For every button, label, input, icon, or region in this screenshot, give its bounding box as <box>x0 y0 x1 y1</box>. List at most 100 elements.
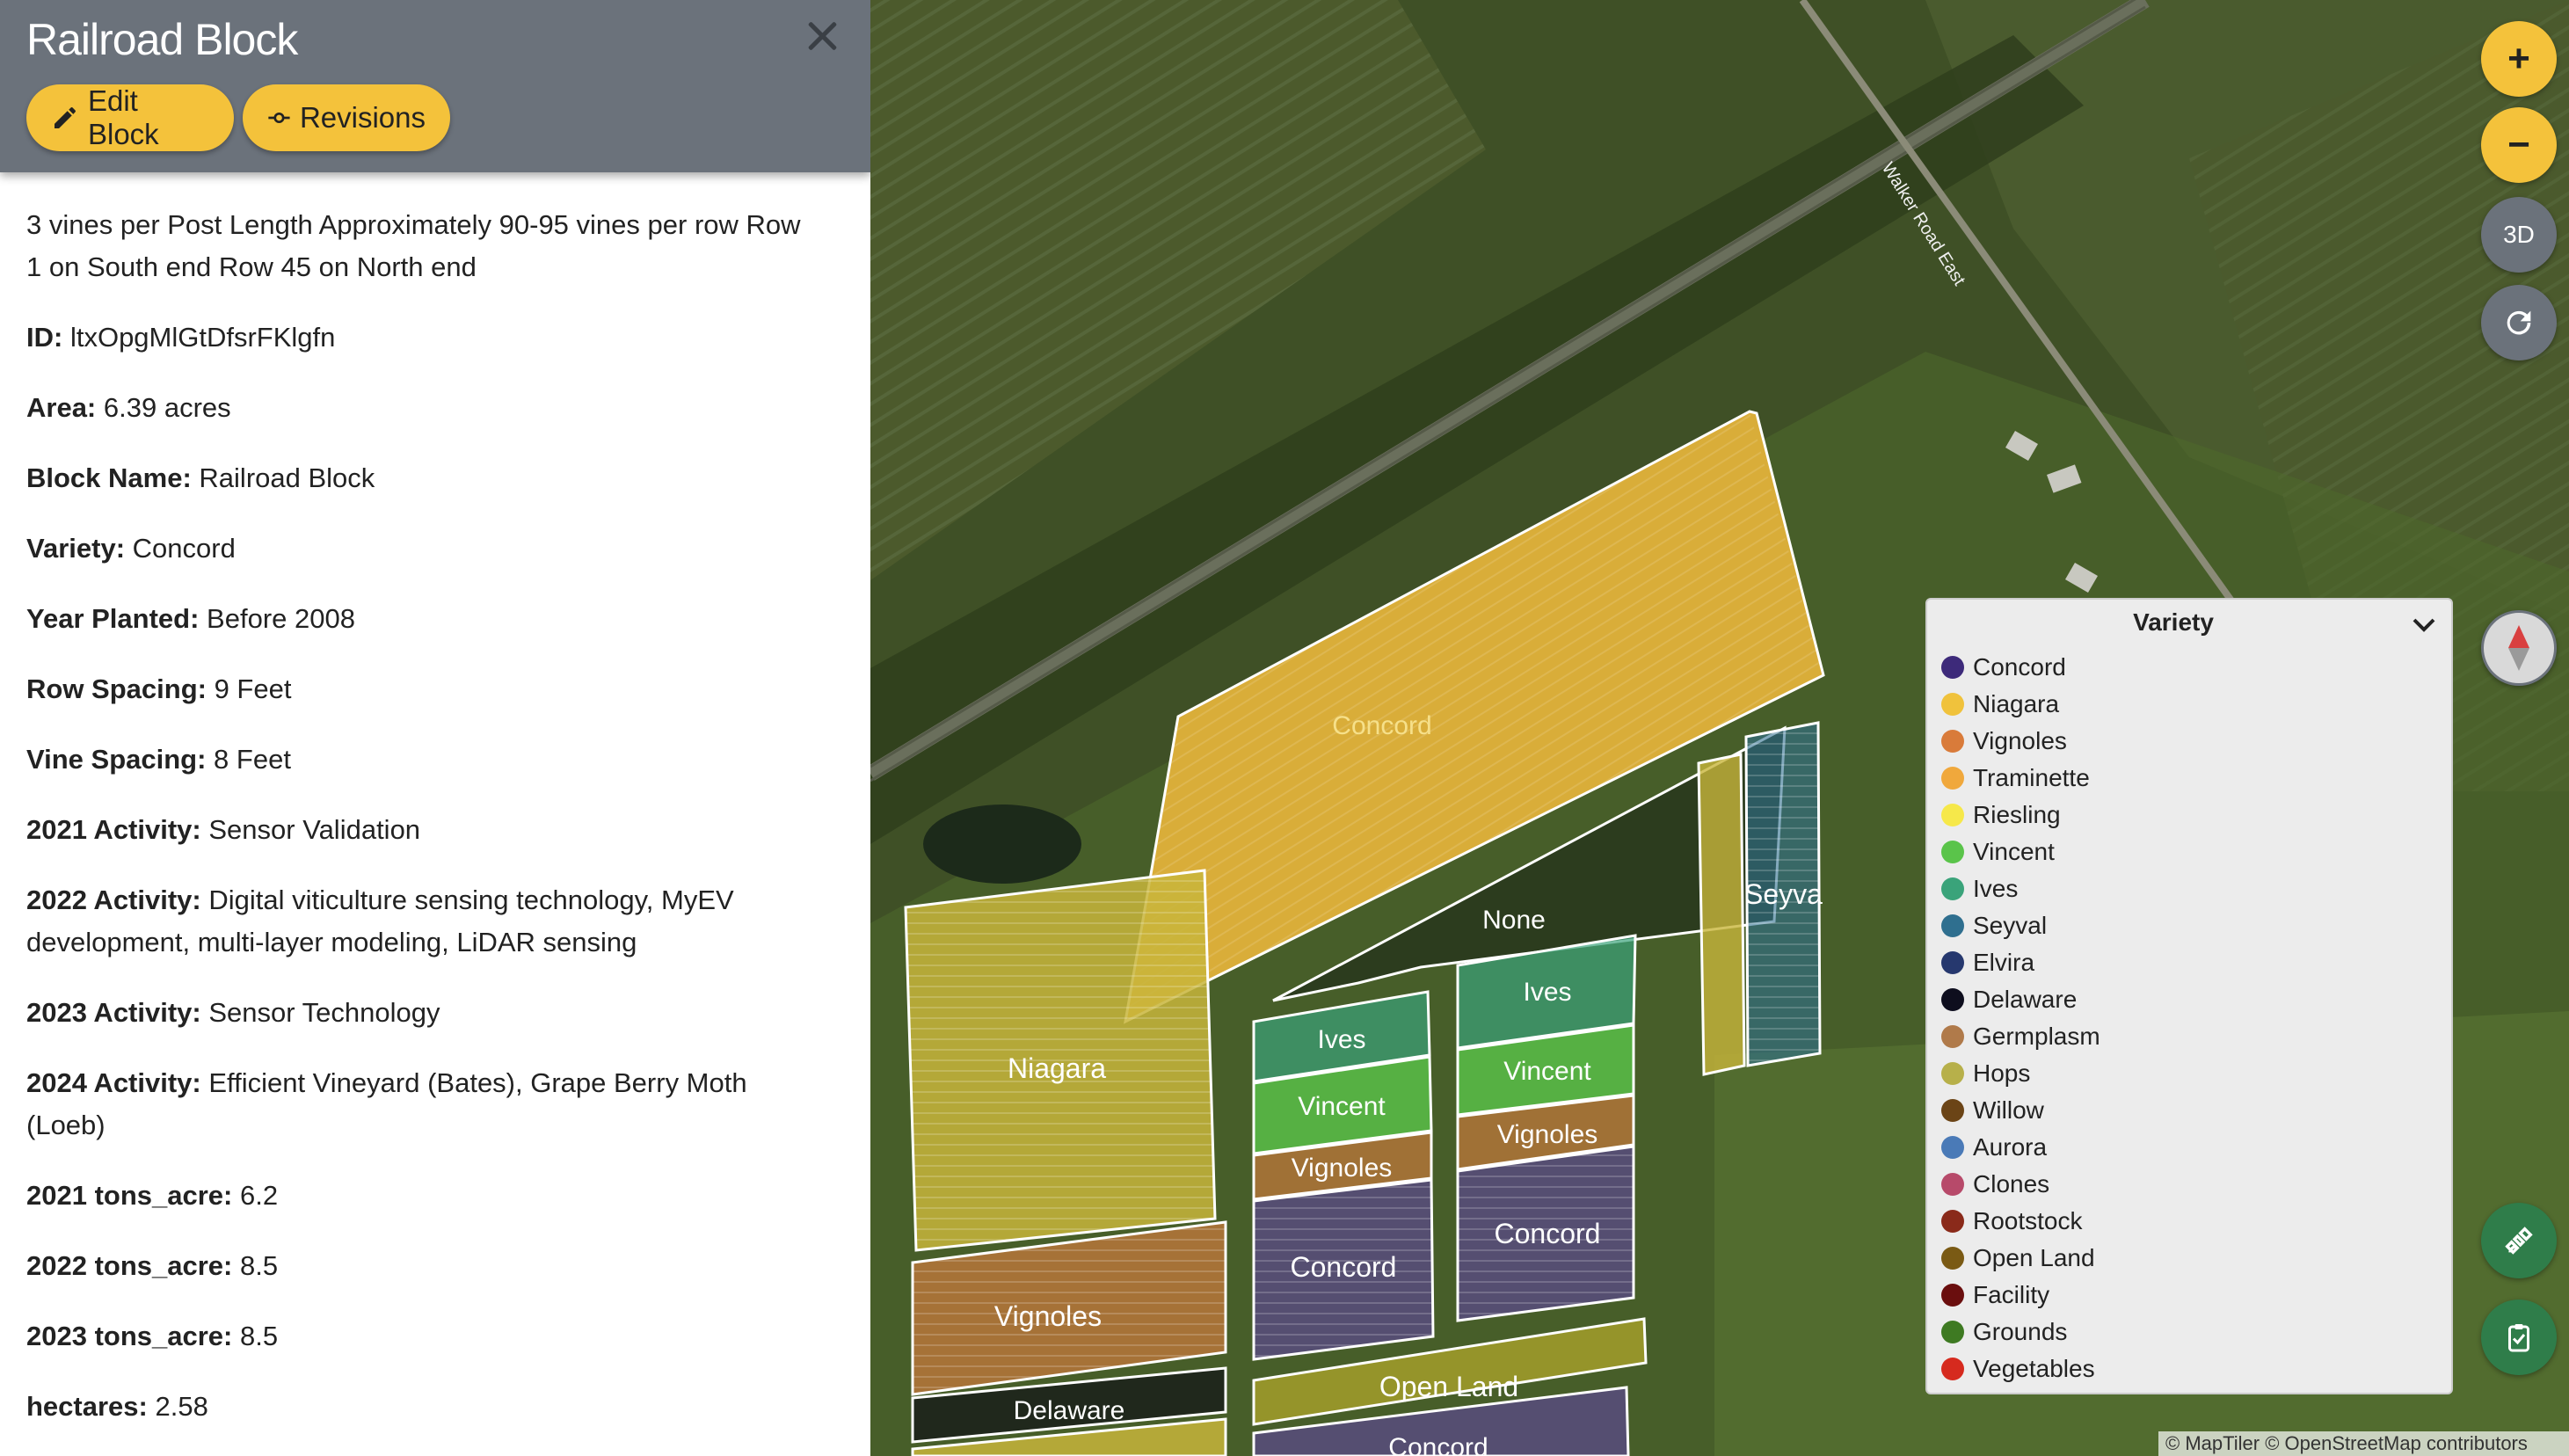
edit-block-label: Edit Block <box>87 84 159 150</box>
block-label-vignoles-left: Vignoles <box>994 1300 1102 1332</box>
legend-label: Seyval <box>1973 912 2048 939</box>
legend-label: Ives <box>1973 875 2019 902</box>
property-row: 2024 Activity: Efficient Vineyard (Bates… <box>26 1062 818 1147</box>
legend-item: Willow <box>1941 1092 2100 1129</box>
property-value: 8.5 <box>240 1250 279 1281</box>
block-label-concord-1: Concord <box>1291 1251 1397 1283</box>
block-hops-strip[interactable] <box>1697 753 1746 1076</box>
property-label: 2023 tons_acre: <box>26 1321 233 1351</box>
property-label: 2022 tons_acre: <box>26 1250 233 1281</box>
legend-item: Germplasm <box>1941 1018 2100 1055</box>
legend-item: Vegetables <box>1941 1350 2100 1387</box>
legend-label: Concord <box>1973 653 2066 681</box>
property-row: Block Name: Railroad Block <box>26 457 818 499</box>
legend-label: Delaware <box>1973 986 2078 1013</box>
legend-item: Traminette <box>1941 760 2100 797</box>
legend-swatch <box>1941 1284 1964 1307</box>
legend-item: Rootstock <box>1941 1203 2100 1240</box>
legend-swatch <box>1941 693 1964 716</box>
legend-label: Grounds <box>1973 1318 2068 1345</box>
property-value: 8.5 <box>240 1321 279 1351</box>
property-value: 9 Feet <box>214 673 292 704</box>
satellite-toggle-button[interactable] <box>2481 1203 2557 1278</box>
legend-list: Concord Niagara Vignoles Traminette Riesling… <box>1941 649 2100 1387</box>
property-row: Year Planted: Before 2008 <box>26 598 818 640</box>
legend-item: Vincent <box>1941 834 2100 870</box>
reset-view-button[interactable] <box>2481 285 2557 360</box>
legend-item: Niagara <box>1941 686 2100 723</box>
zoom-out-button[interactable]: − <box>2481 107 2557 183</box>
block-detail-panel: Railroad Block Edit Block Revisions 3 vi… <box>0 0 870 1456</box>
block-label-vincent-1: Vincent <box>1298 1092 1386 1121</box>
variety-legend: Variety Concord Niagara Vignoles Traminette… <box>1925 598 2453 1394</box>
refresh-icon <box>2507 310 2531 335</box>
chevron-down-icon[interactable] <box>2409 612 2439 638</box>
legend-label: Rootstock <box>1973 1207 2083 1234</box>
legend-swatch <box>1941 1099 1964 1122</box>
legend-label: Vincent <box>1973 838 2055 865</box>
property-row: 2022 Activity: Digital viticulture sensi… <box>26 879 818 964</box>
satellite-icon <box>2505 1227 2533 1255</box>
property-label: Area: <box>26 392 97 423</box>
legend-label: Facility <box>1973 1281 2050 1308</box>
revisions-label: Revisions <box>299 101 426 134</box>
property-row: ID: ltxOpgMlGtDfsrFKlgfn <box>26 317 818 359</box>
compass-icon <box>2508 625 2529 671</box>
property-label: ID: <box>26 322 63 353</box>
legend-label: Germplasm <box>1973 1023 2100 1050</box>
property-value: 6.39 acres <box>103 392 231 423</box>
property-label: 2022 Activity: <box>26 885 201 915</box>
property-label: 2021 Activity: <box>26 814 201 845</box>
legend-item: Hops <box>1941 1055 2100 1092</box>
legend-label: Hops <box>1973 1059 2031 1087</box>
property-row: Area: 6.39 acres <box>26 387 818 429</box>
legend-swatch <box>1941 767 1964 790</box>
property-label: Row Spacing: <box>26 673 207 704</box>
property-row: Vine Spacing: 8 Feet <box>26 739 818 781</box>
legend-swatch <box>1941 1062 1964 1085</box>
compass-button[interactable] <box>2481 610 2557 686</box>
property-row: 2022 tons_acre: 8.5 <box>26 1245 818 1287</box>
close-icon[interactable] <box>802 16 842 56</box>
legend-item: Open Land <box>1941 1240 2100 1277</box>
block-label-vignoles-2: Vignoles <box>1497 1120 1598 1149</box>
block-label-open-land: Open Land <box>1379 1371 1518 1402</box>
block-label-vignoles-1: Vignoles <box>1292 1154 1393 1183</box>
legend-swatch <box>1941 730 1964 753</box>
block-description: 3 vines per Post Length Approximately 90… <box>26 209 801 282</box>
legend-swatch <box>1941 841 1964 863</box>
toggle-3d-button[interactable]: 3D <box>2481 197 2557 273</box>
property-label: Year Planted: <box>26 603 200 634</box>
commit-icon <box>268 112 290 124</box>
3d-label: 3D <box>2503 221 2535 248</box>
legend-swatch <box>1941 877 1964 900</box>
property-value: Sensor Technology <box>208 997 440 1028</box>
revisions-button[interactable]: Revisions <box>243 84 450 151</box>
legend-item: Facility <box>1941 1277 2100 1314</box>
legend-label: Traminette <box>1973 764 2090 791</box>
legend-label: Niagara <box>1973 690 2060 717</box>
zoom-in-button[interactable]: + <box>2481 21 2557 97</box>
property-row: 2023 Activity: Sensor Technology <box>26 992 818 1034</box>
property-value: Sensor Validation <box>208 814 421 845</box>
block-label-niagara: Niagara <box>1008 1052 1106 1084</box>
block-label-concord-bottom: Concord <box>1388 1433 1488 1456</box>
legend-swatch <box>1941 914 1964 937</box>
clipboard-button[interactable] <box>2481 1299 2557 1375</box>
edit-block-button[interactable]: Edit Block <box>26 84 234 151</box>
property-label: Block Name: <box>26 462 192 493</box>
map-attribution: © MapTiler © OpenStreetMap contributors <box>2158 1431 2569 1456</box>
legend-item: Vignoles <box>1941 723 2100 760</box>
legend-item: Elvira <box>1941 944 2100 981</box>
property-label: Vine Spacing: <box>26 744 207 775</box>
property-row: 2021 tons_acre: 6.2 <box>26 1175 818 1217</box>
legend-item: Seyval <box>1941 907 2100 944</box>
plus-icon: + <box>2507 37 2530 80</box>
property-row: Row Spacing: 9 Feet <box>26 668 818 710</box>
legend-swatch <box>1941 1210 1964 1233</box>
panel-title: Railroad Block <box>26 15 298 64</box>
block-properties: 3 vines per Post Length Approximately 90… <box>26 204 818 1456</box>
legend-swatch <box>1941 1025 1964 1048</box>
legend-label: Open Land <box>1973 1244 2095 1271</box>
legend-swatch <box>1941 1321 1964 1343</box>
